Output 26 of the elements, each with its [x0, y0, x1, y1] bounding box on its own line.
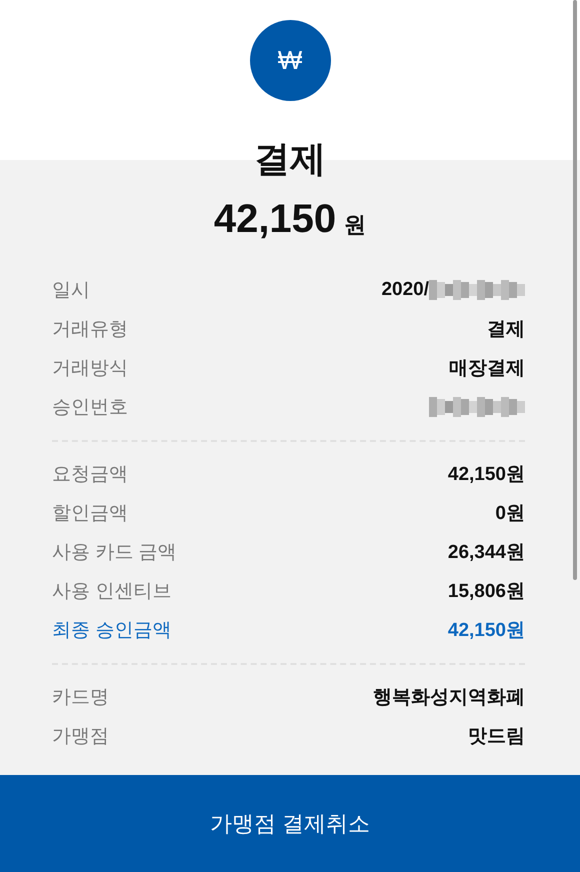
detail-label: 가맹점 — [52, 724, 109, 748]
detail-value: 15,806원 — [448, 580, 525, 604]
detail-label: 할인금액 — [52, 502, 128, 526]
detail-value: 42,150원 — [448, 462, 525, 486]
won-icon: ₩ — [250, 20, 330, 101]
detail-label: 거래방식 — [52, 356, 128, 380]
detail-label: 승인번호 — [52, 396, 128, 420]
detail-value: 맛드림 — [468, 724, 525, 748]
total-amount: 42,150 — [214, 197, 336, 242]
detail-value: 결제 — [487, 318, 525, 342]
detail-value: 행복화성지역화폐 — [373, 686, 525, 710]
detail-value: 42,150원 — [448, 618, 525, 642]
page-title: 결제 — [254, 137, 326, 181]
detail-label: 요청금액 — [52, 462, 128, 486]
detail-value: 2020/ — [381, 278, 429, 300]
detail-label: 사용 카드 금액 — [52, 540, 177, 564]
detail-label: 일시 — [52, 278, 90, 302]
currency-unit: 원 — [344, 211, 366, 239]
cancel-payment-button[interactable]: 가맹점 결제취소 — [0, 775, 580, 872]
detail-value: 26,344원 — [448, 540, 525, 564]
detail-label: 최종 승인금액 — [52, 618, 172, 642]
detail-label: 거래유형 — [52, 318, 128, 342]
detail-label: 사용 인센티브 — [52, 580, 172, 604]
detail-value: 0원 — [495, 502, 525, 526]
detail-value: 매장결제 — [449, 356, 525, 380]
detail-label: 카드명 — [52, 686, 109, 710]
